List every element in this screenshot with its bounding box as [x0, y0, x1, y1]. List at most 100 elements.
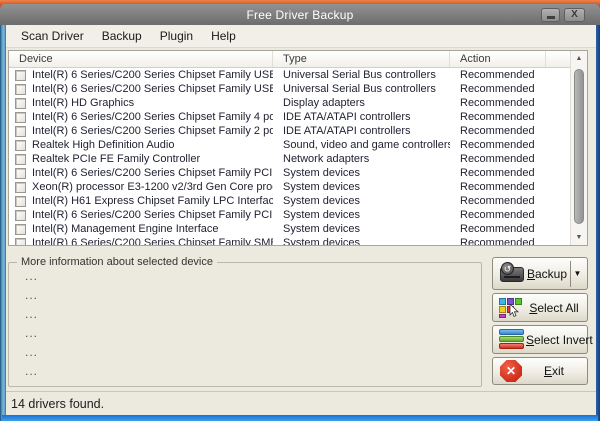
backup-button-label: Backup [526, 267, 568, 281]
info-line: ... [9, 363, 481, 382]
row-checkbox[interactable] [15, 224, 26, 235]
column-header-action[interactable]: Action [450, 51, 546, 67]
exit-icon: ✕ [498, 359, 526, 383]
device-action: Recommended [450, 153, 546, 165]
table-row[interactable]: Intel(R) 6 Series/C200 Series Chipset Fa… [9, 166, 570, 180]
table-row[interactable]: Intel(R) 6 Series/C200 Series Chipset Fa… [9, 124, 570, 138]
statusbar: 14 drivers found. [6, 391, 596, 415]
vertical-scrollbar[interactable]: ▲ ▼ [570, 51, 587, 245]
device-name: Intel(R) 6 Series/C200 Series Chipset Fa… [32, 111, 273, 123]
row-checkbox[interactable] [15, 84, 26, 95]
device-info-title: More information about selected device [17, 256, 217, 268]
table-row[interactable]: Realtek High Definition Audio Sound, vid… [9, 138, 570, 152]
scroll-down-icon[interactable]: ▼ [571, 231, 587, 244]
table-row[interactable]: Intel(R) 6 Series/C200 Series Chipset Fa… [9, 110, 570, 124]
device-type: Sound, video and game controllers [273, 139, 450, 151]
row-checkbox[interactable] [15, 182, 26, 193]
info-line: ... [9, 325, 481, 344]
row-checkbox[interactable] [15, 70, 26, 81]
column-header-device[interactable]: Device [9, 51, 273, 67]
row-checkbox[interactable] [15, 210, 26, 221]
select-invert-icon [498, 328, 526, 352]
row-checkbox[interactable] [15, 238, 26, 246]
device-type: Display adapters [273, 97, 450, 109]
row-checkbox[interactable] [15, 140, 26, 151]
device-name: Intel(R) 6 Series/C200 Series Chipset Fa… [32, 167, 273, 179]
table-row[interactable]: Intel(R) 6 Series/C200 Series Chipset Fa… [9, 236, 570, 245]
select-invert-button-label: Select Invert [526, 333, 593, 347]
device-type: System devices [273, 181, 450, 193]
titlebar[interactable]: Free Driver Backup X [0, 4, 600, 25]
row-checkbox[interactable] [15, 168, 26, 179]
table-row[interactable]: Intel(R) HD Graphics Display adapters Re… [9, 96, 570, 110]
row-checkbox[interactable] [15, 196, 26, 207]
menu-scan-driver[interactable]: Scan Driver [12, 26, 93, 46]
device-type: IDE ATA/ATAPI controllers [273, 125, 450, 137]
select-all-button-label: Select All [526, 301, 582, 315]
scroll-up-icon[interactable]: ▲ [571, 52, 587, 65]
table-row[interactable]: Intel(R) 6 Series/C200 Series Chipset Fa… [9, 68, 570, 82]
device-name: Intel(R) 6 Series/C200 Series Chipset Fa… [32, 69, 273, 81]
device-type: Universal Serial Bus controllers [273, 83, 450, 95]
device-action: Recommended [450, 209, 546, 221]
device-name: Realtek PCIe FE Family Controller [32, 153, 200, 165]
select-all-button[interactable]: Select All [492, 293, 588, 322]
exit-button-label: Exit [526, 364, 582, 378]
table-row[interactable]: Xeon(R) processor E3-1200 v2/3rd Gen Cor… [9, 180, 570, 194]
backup-drive-icon: ↺ [498, 262, 526, 286]
table-row[interactable]: Intel(R) Management Engine Interface Sys… [9, 222, 570, 236]
device-action: Recommended [450, 167, 546, 179]
menu-help[interactable]: Help [202, 26, 245, 46]
info-line: ... [9, 344, 481, 363]
cursor-icon [509, 304, 521, 318]
device-type: System devices [273, 223, 450, 235]
exit-button[interactable]: ✕ Exit [492, 357, 588, 385]
stop-sign-icon: ✕ [500, 360, 522, 382]
menu-backup[interactable]: Backup [93, 26, 151, 46]
menu-plugin[interactable]: Plugin [151, 26, 202, 46]
device-name: Xeon(R) processor E3-1200 v2/3rd Gen Cor… [32, 181, 273, 193]
row-checkbox[interactable] [15, 112, 26, 123]
table-row[interactable]: Intel(R) 6 Series/C200 Series Chipset Fa… [9, 82, 570, 96]
device-name: Intel(R) 6 Series/C200 Series Chipset Fa… [32, 125, 273, 137]
device-name: Intel(R) H61 Express Chipset Family LPC … [32, 195, 273, 207]
device-action: Recommended [450, 83, 546, 95]
split-divider [570, 261, 571, 287]
table-row[interactable]: Intel(R) H61 Express Chipset Family LPC … [9, 194, 570, 208]
select-all-icon [498, 296, 526, 320]
device-type: System devices [273, 237, 450, 245]
menubar: Scan Driver Backup Plugin Help [6, 25, 596, 48]
table-row[interactable]: Intel(R) 6 Series/C200 Series Chipset Fa… [9, 208, 570, 222]
backup-dropdown-icon[interactable]: ▼ [573, 269, 582, 278]
row-checkbox[interactable] [15, 98, 26, 109]
backup-button[interactable]: ↺ Backup ▼ [492, 257, 588, 290]
device-action: Recommended [450, 97, 546, 109]
select-invert-button[interactable]: Select Invert [492, 325, 588, 354]
device-name: Intel(R) Management Engine Interface [32, 223, 219, 235]
device-type: System devices [273, 167, 450, 179]
row-checkbox[interactable] [15, 154, 26, 165]
device-name: Realtek High Definition Audio [32, 139, 174, 151]
scrollbar-thumb[interactable] [574, 69, 584, 224]
device-type: Universal Serial Bus controllers [273, 69, 450, 81]
device-action: Recommended [450, 237, 546, 245]
screen: Free Driver Backup X Scan Driver Backup … [0, 0, 600, 421]
device-type: System devices [273, 209, 450, 221]
driver-table: Device Type Action Intel(R) 6 Series/C20… [8, 50, 588, 246]
device-action: Recommended [450, 195, 546, 207]
device-name: Intel(R) 6 Series/C200 Series Chipset Fa… [32, 209, 273, 221]
column-header-type[interactable]: Type [273, 51, 450, 67]
device-name: Intel(R) HD Graphics [32, 97, 134, 109]
device-action: Recommended [450, 139, 546, 151]
backup-rotate-icon: ↺ [501, 262, 514, 275]
window-title: Free Driver Backup [0, 8, 600, 22]
info-line: ... [9, 287, 481, 306]
info-line: ... [9, 306, 481, 325]
table-rows: Intel(R) 6 Series/C200 Series Chipset Fa… [9, 68, 570, 245]
device-action: Recommended [450, 125, 546, 137]
device-type: System devices [273, 195, 450, 207]
device-name: Intel(R) 6 Series/C200 Series Chipset Fa… [32, 83, 273, 95]
device-action: Recommended [450, 223, 546, 235]
table-row[interactable]: Realtek PCIe FE Family Controller Networ… [9, 152, 570, 166]
row-checkbox[interactable] [15, 126, 26, 137]
